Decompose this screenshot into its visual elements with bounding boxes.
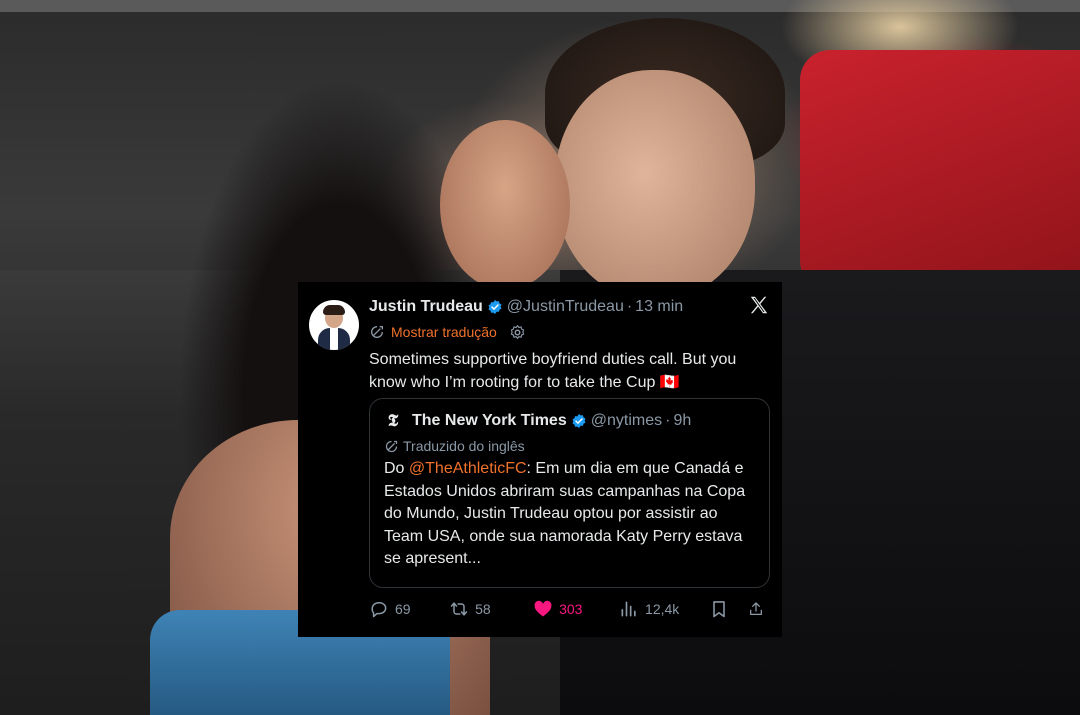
- reply-count: 69: [395, 601, 411, 617]
- tweet-header: Justin Trudeau @JustinTrudeau · 13 min: [369, 296, 770, 318]
- share-icon: [750, 602, 762, 615]
- translated-from-row: Traduzido do inglês: [384, 437, 755, 455]
- views-icon: [621, 601, 636, 617]
- translate-icon: [371, 326, 383, 338]
- translate-row: Mostrar tradução: [369, 322, 770, 342]
- avatar-hair: [323, 305, 345, 315]
- quoted-text-prefix: Do: [384, 460, 409, 477]
- views-button[interactable]: 12,4k: [619, 599, 709, 619]
- screenshot-stage: Justin Trudeau @JustinTrudeau · 13 min M…: [0, 0, 1080, 715]
- tweet-text: Sometimes supportive boyfriend duties ca…: [369, 351, 737, 391]
- tweet-card[interactable]: Justin Trudeau @JustinTrudeau · 13 min M…: [298, 282, 782, 637]
- quoted-tweet[interactable]: 𝕿 The New York Times @nytimes · 9h Tradu…: [369, 398, 770, 588]
- quoted-tweet-time[interactable]: 9h: [673, 412, 691, 430]
- show-translation-link[interactable]: Mostrar tradução: [391, 324, 497, 340]
- nyt-logo-icon: 𝕿: [387, 411, 399, 431]
- heart-icon: [534, 600, 552, 617]
- bookmark-button[interactable]: [709, 599, 748, 619]
- tweet-time[interactable]: 13 min: [635, 298, 683, 316]
- repost-count: 58: [475, 601, 491, 617]
- bookmark-icon: [713, 601, 725, 618]
- verified-badge-icon: [488, 300, 502, 314]
- author-avatar[interactable]: [309, 300, 359, 350]
- tweet-body: Justin Trudeau @JustinTrudeau · 13 min M…: [369, 296, 770, 394]
- quoted-tweet-header: 𝕿 The New York Times @nytimes · 9h: [384, 410, 755, 432]
- avatar-shirt: [330, 328, 338, 350]
- author-name[interactable]: Justin Trudeau: [369, 298, 483, 316]
- views-count: 12,4k: [645, 601, 680, 617]
- share-button[interactable]: [748, 599, 770, 619]
- translated-from-label: Traduzido do inglês: [403, 438, 525, 454]
- quoted-author-name[interactable]: The New York Times: [412, 412, 567, 430]
- gear-icon[interactable]: [509, 324, 526, 341]
- reply-button[interactable]: 69: [369, 599, 449, 619]
- repost-icon: [450, 602, 468, 616]
- reply-icon: [371, 602, 387, 618]
- tweet-actions: 69 58 303 12,4k: [369, 598, 770, 620]
- quoted-author-handle[interactable]: @nytimes: [591, 412, 662, 430]
- verified-badge-icon: [572, 414, 586, 428]
- mention-link[interactable]: @TheAthleticFC: [409, 460, 527, 477]
- man-face: [555, 70, 755, 300]
- like-button[interactable]: 303: [533, 599, 619, 619]
- separator-dot: ·: [665, 412, 671, 429]
- like-count: 303: [559, 601, 583, 617]
- author-handle[interactable]: @JustinTrudeau: [507, 298, 624, 316]
- quoted-tweet-text: Do @TheAthleticFC: Em um dia em que Cana…: [384, 458, 755, 571]
- separator-dot: ·: [626, 298, 633, 315]
- woman-face: [440, 120, 570, 290]
- translate-icon: [385, 440, 398, 452]
- repost-button[interactable]: 58: [449, 599, 533, 619]
- background-person-red-shirt: [800, 50, 1080, 300]
